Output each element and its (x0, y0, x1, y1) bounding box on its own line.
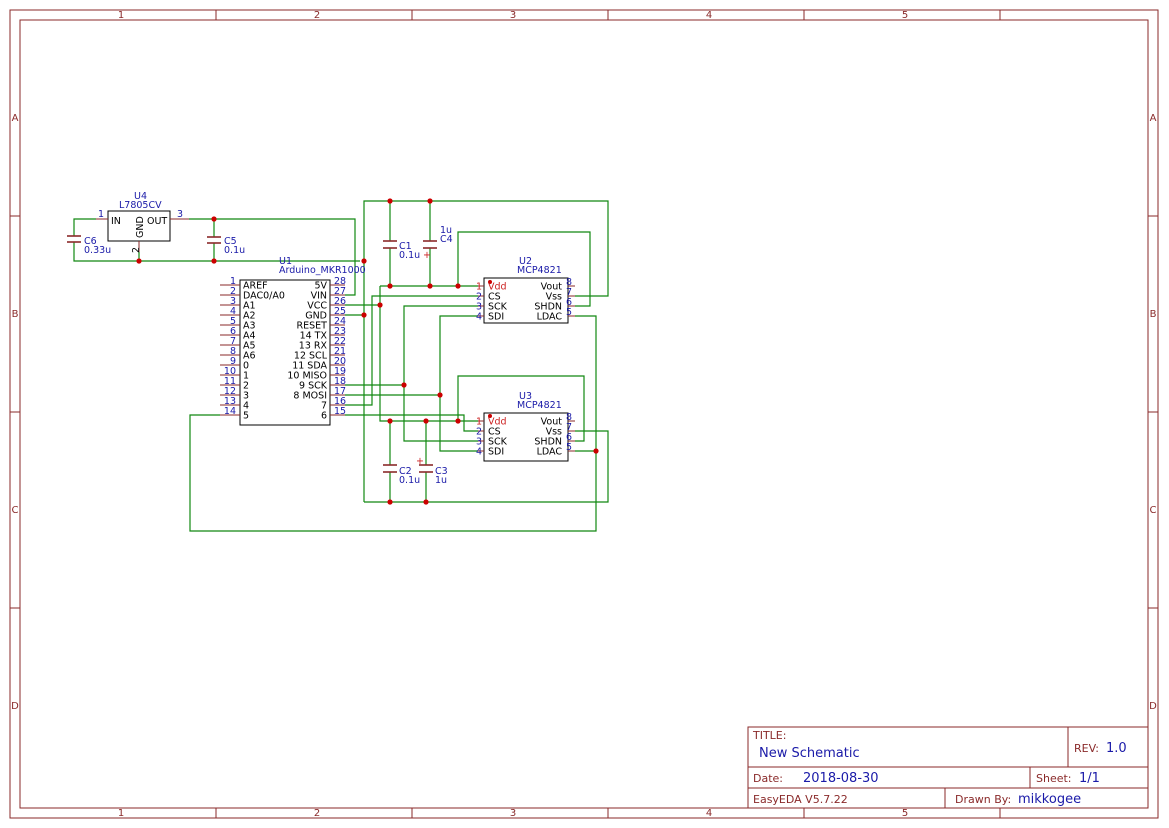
title-label: TITLE: (752, 729, 786, 742)
row-label: C (12, 505, 19, 516)
regulator-pin-in-num: 1 (98, 209, 104, 220)
regulator-pin-gnd-num: 2 (131, 247, 142, 253)
polarity-plus-icon: + (416, 456, 424, 467)
arduino-pin-number: 14 (224, 406, 236, 417)
dac-u2[interactable]: U2 MCP4821 1 Vdd2 CS3 SCK4 SDI8Vout 7Vss 6SHDN… (476, 256, 575, 324)
date-label: Date: (753, 772, 783, 785)
capacitor-value: 1u (435, 475, 447, 486)
drawn-by-value: mikkogee (1018, 792, 1081, 807)
column-label: 1 (118, 808, 124, 819)
arduino-pin-name: 5 (243, 411, 249, 422)
junction-dot (361, 258, 367, 264)
regulator-pin-in: IN (111, 216, 121, 227)
junction-dot (211, 258, 217, 264)
schematic-canvas: 1 2 3 4 5 1 2 3 4 5 A B C D A B C D U4 L… (9, 9, 1159, 819)
column-label: 4 (706, 10, 712, 21)
junction-dot (455, 418, 461, 424)
column-label: 3 (510, 10, 516, 21)
date-value: 2018-08-30 (803, 771, 879, 786)
junction-dot (423, 499, 429, 505)
schematic-title: New Schematic (759, 746, 860, 761)
dac-pin-name: SDI (488, 447, 504, 458)
row-label: D (1149, 701, 1157, 712)
junction-dot (377, 302, 383, 308)
capacitor-value: 0.1u (399, 250, 420, 261)
arduino-pin-name: 6 (321, 411, 327, 422)
regulator-pin-gnd: GND (135, 216, 146, 238)
wire (73, 218, 96, 236)
junction-dot (437, 392, 443, 398)
dac-u3[interactable]: U3 MCP4821 1 Vdd2 CS3 SCK4 SDI8Vout 7Vss 6SHDN… (476, 391, 575, 462)
regulator-pin-out: OUT (147, 216, 167, 227)
row-label: C (1150, 505, 1157, 516)
column-label: 2 (314, 10, 320, 21)
column-label: 4 (706, 808, 712, 819)
dac-value: MCP4821 (517, 265, 562, 276)
junction-dot (593, 448, 599, 454)
polarity-plus-icon: + (423, 250, 431, 261)
capacitor-c1[interactable]: C1 0.1u (383, 240, 420, 261)
dac-pin-number: 5 (566, 442, 572, 453)
column-label: 5 (902, 10, 908, 21)
row-label: A (1150, 113, 1157, 124)
capacitor-value: 0.33u (84, 245, 111, 256)
junction-dot (387, 418, 393, 424)
dac-pin-number: 4 (476, 447, 482, 458)
capacitor-c4[interactable]: + 1u C4 (423, 225, 453, 261)
tool-version: EasyEDA V5.7.22 (753, 793, 848, 806)
capacitor-ref: C4 (440, 234, 453, 245)
column-label: 3 (510, 808, 516, 819)
row-label: B (1150, 309, 1157, 320)
regulator-u4[interactable]: U4 L7805CV 1 IN OUT 3 GND 2 (96, 191, 189, 253)
dac-pin-number: 5 (566, 307, 572, 318)
drawn-by-label: Drawn By: (955, 793, 1011, 806)
junction-dot (387, 499, 393, 505)
junction-dot (136, 258, 142, 264)
column-label: 5 (902, 808, 908, 819)
junction-dot (427, 198, 433, 204)
capacitor-c3[interactable]: + C3 1u (416, 456, 448, 486)
junction-dot (427, 283, 433, 289)
column-label: 2 (314, 808, 320, 819)
junction-dot (401, 382, 407, 388)
wire (345, 305, 478, 386)
regulator-value: L7805CV (119, 200, 162, 211)
row-label: B (12, 309, 19, 320)
junction-dot (455, 283, 461, 289)
capacitor-c5[interactable]: C5 0.1u (207, 236, 245, 256)
arduino-value: Arduino_MKR1000 (279, 265, 366, 276)
wire (73, 242, 360, 262)
column-label: 1 (118, 10, 124, 21)
junction-dot (423, 418, 429, 424)
column-labels-top: 1 2 3 4 5 (118, 10, 908, 21)
capacitor-c2[interactable]: C2 0.1u (383, 464, 420, 486)
row-label: A (12, 113, 19, 124)
column-labels-bottom: 1 2 3 4 5 (118, 808, 908, 819)
title-block: TITLE: New Schematic REV: 1.0 Date: 2018… (747, 726, 1149, 809)
arduino-pin-number: 15 (334, 406, 346, 417)
dac-pin-name: SDI (488, 312, 504, 323)
sheet-label: Sheet: (1036, 772, 1072, 785)
capacitor-value: 0.1u (224, 245, 245, 256)
junction-dot (387, 198, 393, 204)
regulator-pin-out-num: 3 (177, 209, 183, 220)
junction-dot (387, 283, 393, 289)
rev-value: 1.0 (1106, 741, 1127, 756)
dac-pin-number: 4 (476, 312, 482, 323)
junction-dot (211, 216, 217, 222)
rev-label: REV: (1074, 742, 1099, 755)
junction-dot (361, 312, 367, 318)
dac-value: MCP4821 (517, 400, 562, 411)
capacitor-value: 0.1u (399, 475, 420, 486)
dac-pin-name: LDAC (537, 447, 563, 458)
dac-pin-name: LDAC (537, 312, 563, 323)
row-label: D (11, 701, 19, 712)
arduino-u1[interactable]: U1 Arduino_MKR1000 1 AREF2 DAC0/A03 A14 A25 A… (220, 256, 366, 426)
sheet-value: 1/1 (1079, 771, 1100, 786)
